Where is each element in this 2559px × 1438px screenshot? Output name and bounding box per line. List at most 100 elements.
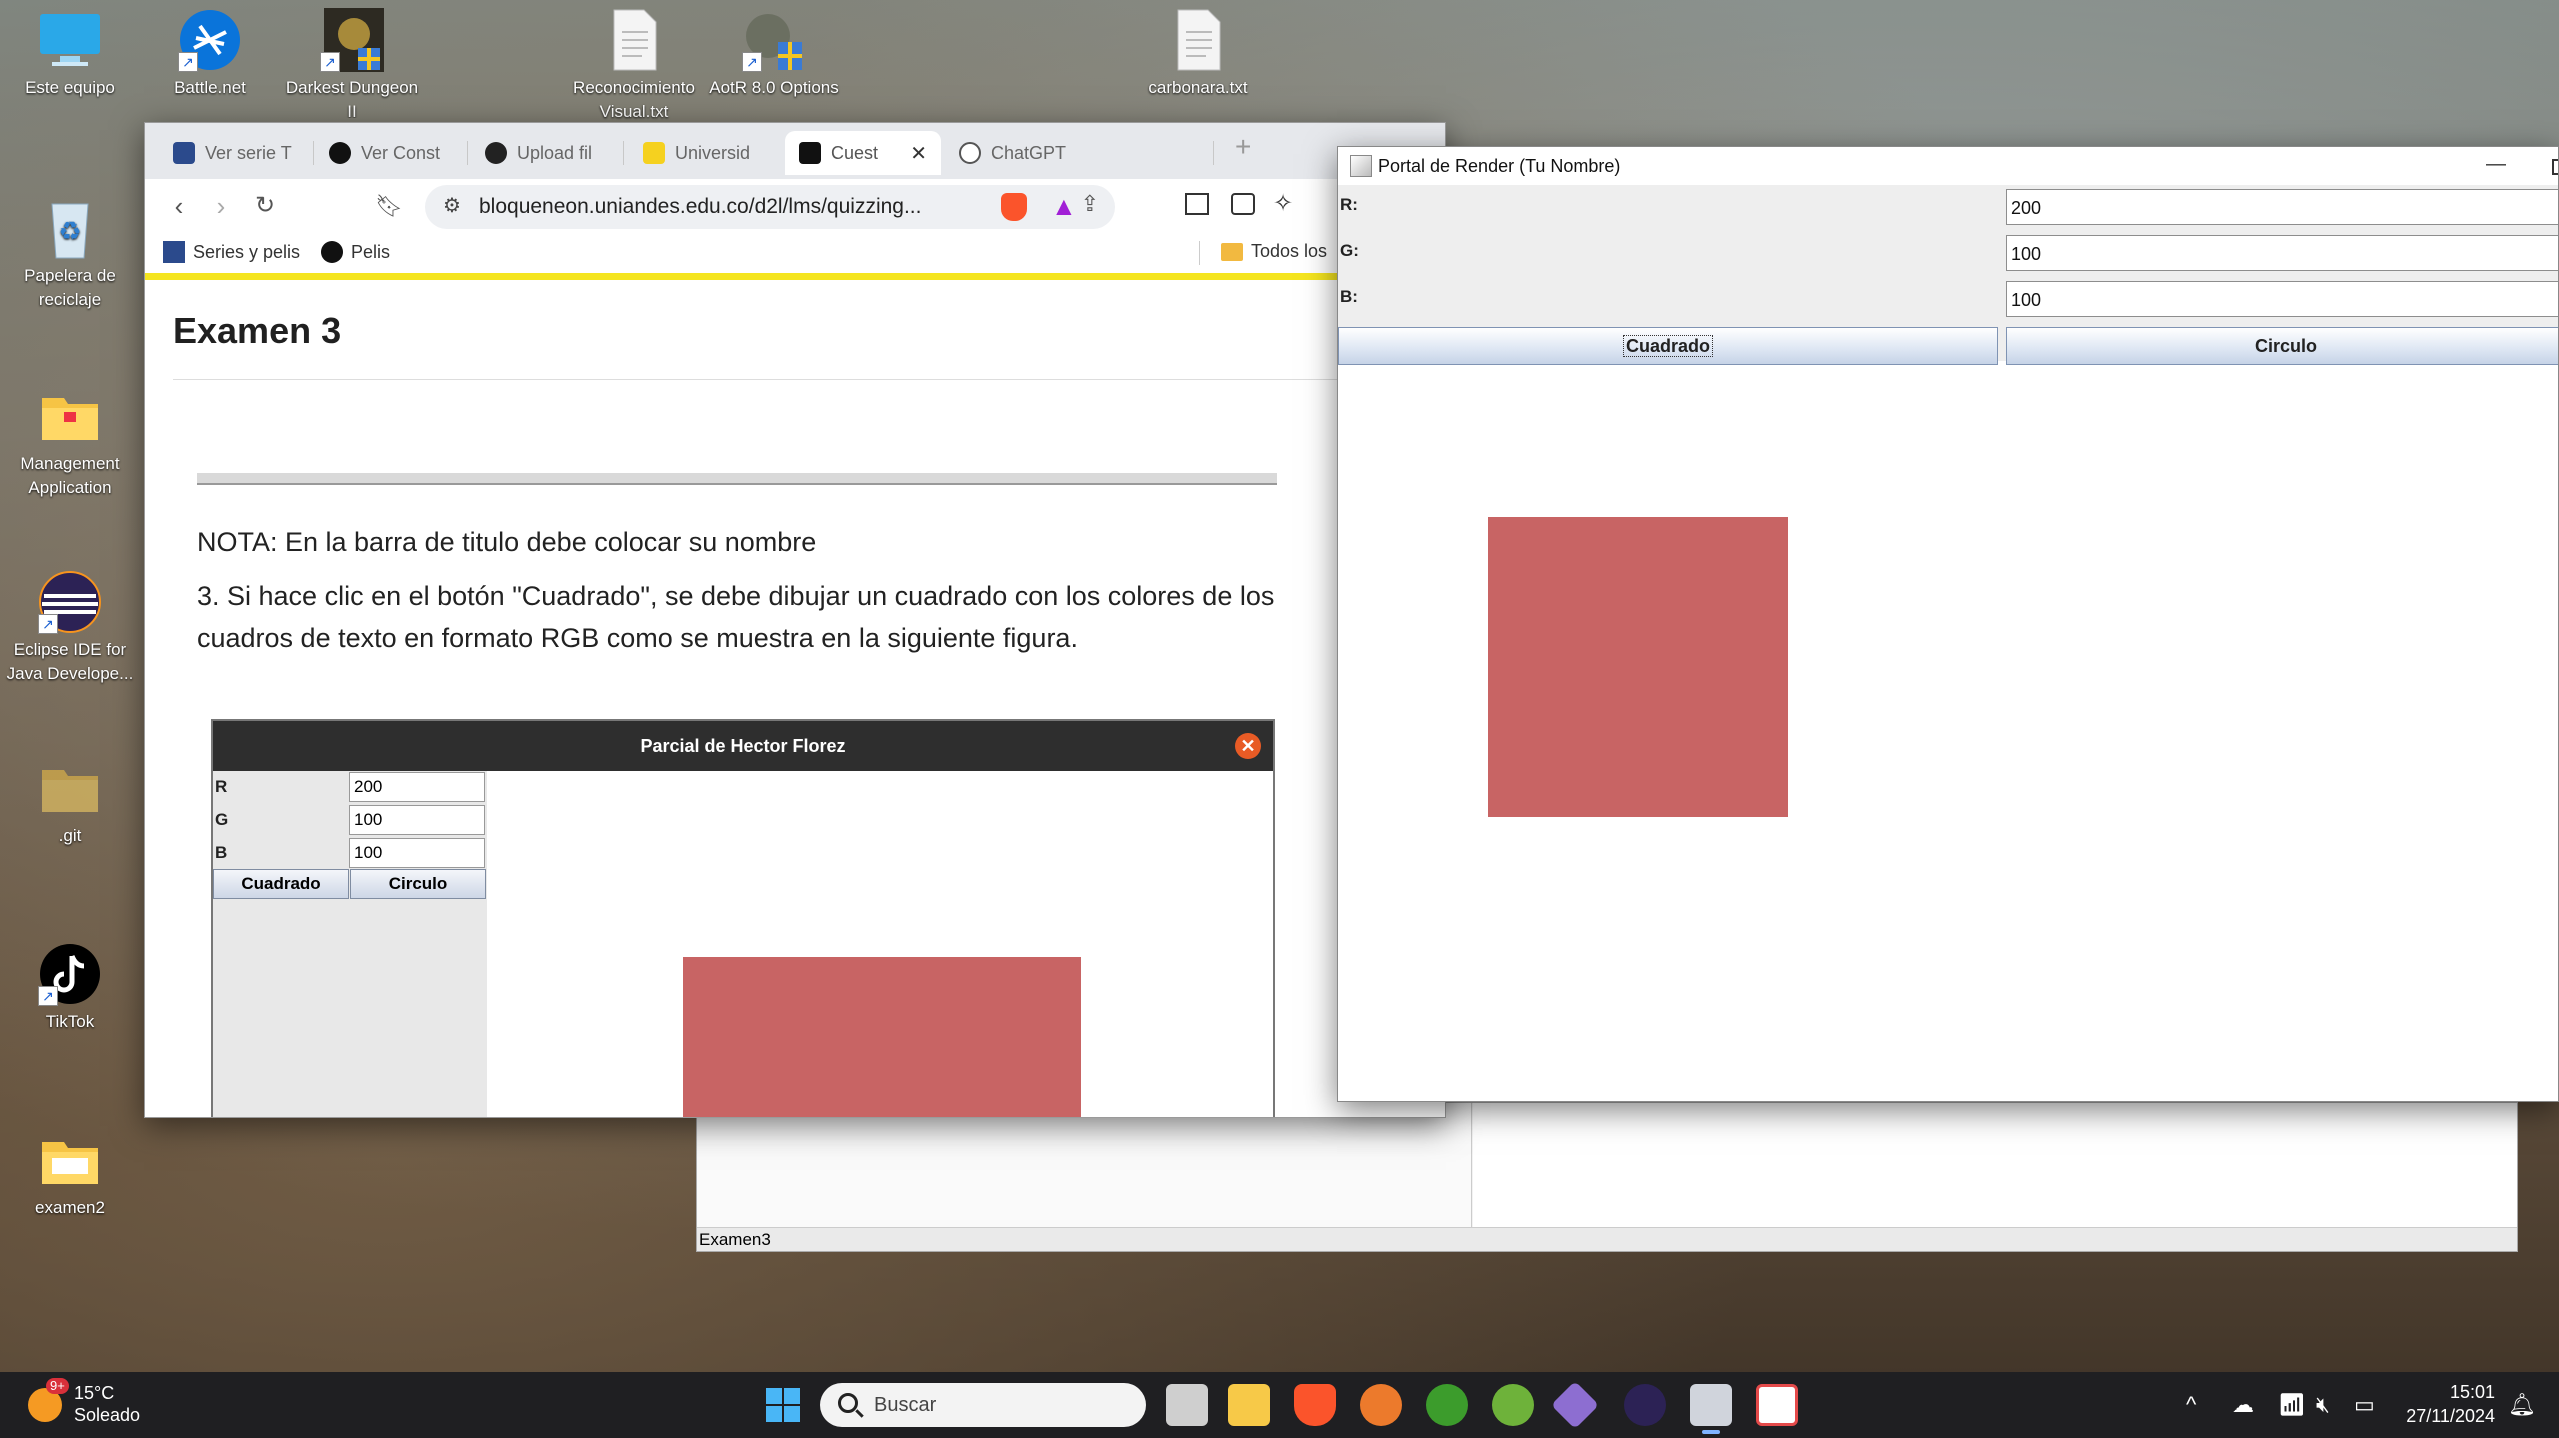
brave-icon[interactable]: [1294, 1384, 1336, 1426]
play-icon: [163, 241, 185, 263]
bookmark-icon[interactable]: 🔖︎: [373, 191, 405, 223]
clock-time: 15:01: [2449, 1382, 2495, 1402]
desktop-icon-label: examen2: [35, 1198, 105, 1217]
desktop-icon-recycle-bin[interactable]: ♻ Papelera de reciclaje: [0, 196, 140, 312]
close-tab-icon[interactable]: ✕: [910, 141, 927, 166]
wallet-icon[interactable]: [1231, 193, 1255, 215]
question-content: NOTA: En la barra de titulo debe colocar…: [197, 463, 1287, 659]
search-placeholder: Buscar: [874, 1394, 937, 1416]
forward-icon[interactable]: ›: [205, 191, 237, 223]
taskbar-search[interactable]: Buscar: [820, 1383, 1146, 1427]
desktop-icon-label: Este equipo: [25, 78, 115, 97]
volume-muted-icon[interactable]: 🔇︎: [2316, 1392, 2330, 1418]
share-icon[interactable]: ⇪: [1081, 191, 1099, 217]
svg-text:♻: ♻: [58, 216, 81, 246]
desktop-icon-eclipse[interactable]: ↗ Eclipse IDE for Java Develope...: [0, 570, 140, 686]
desktop-icon-label: Battle.net: [174, 78, 246, 97]
app-orange-icon[interactable]: [1360, 1384, 1402, 1426]
b-label: B:: [1340, 287, 1358, 306]
desktop-icon-label: AotR 8.0 Options: [709, 78, 839, 97]
utorrent-icon[interactable]: [1492, 1384, 1534, 1426]
site-settings-icon[interactable]: ⚙: [443, 193, 461, 218]
task-view-icon[interactable]: [1166, 1384, 1208, 1426]
tab-series[interactable]: Ver serie T: [159, 131, 309, 175]
bookmark-series[interactable]: Series y pelis: [163, 241, 300, 263]
reload-icon[interactable]: ↻: [249, 191, 281, 223]
desktop-icon-darkest-dungeon[interactable]: ↗ Darkest Dungeon II: [282, 8, 422, 118]
tab-label: Universid: [675, 142, 751, 163]
tab-upload[interactable]: Upload fil: [471, 131, 621, 175]
cuadrado-button[interactable]: Cuadrado: [1338, 327, 1998, 365]
windows-start-icon[interactable]: [762, 1384, 804, 1426]
tiktok-icon: ↗: [38, 942, 102, 1006]
desktop-icon-management-app[interactable]: Management Application: [0, 384, 140, 500]
java-titlebar[interactable]: Portal de Render (Tu Nombre) —: [1338, 147, 2558, 185]
text-file-icon: [1166, 8, 1230, 72]
tab-separator: [623, 141, 624, 165]
maximize-icon[interactable]: [2552, 159, 2558, 175]
tab-universidad[interactable]: Universid: [629, 131, 779, 175]
java-taskbar-icon[interactable]: [1690, 1384, 1732, 1434]
example-cuadrado-button: Cuadrado: [213, 869, 349, 899]
brave-rewards-icon[interactable]: ▲: [1051, 191, 1077, 222]
file-explorer-icon[interactable]: [1228, 1384, 1270, 1426]
bookmarks-divider: [1199, 241, 1200, 265]
row-g: G: 100: [1338, 231, 2558, 273]
r-input[interactable]: 200: [2006, 189, 2558, 225]
tab-label: Ver serie T: [205, 142, 292, 163]
d2l-icon: [799, 142, 821, 164]
search-icon: [838, 1393, 858, 1413]
git-icon[interactable]: [1550, 1380, 1600, 1430]
new-tab-button[interactable]: +: [1235, 131, 1251, 163]
wifi-icon[interactable]: 📶︎: [2278, 1392, 2306, 1418]
battery-icon[interactable]: ▭: [2354, 1392, 2375, 1418]
desktop-icon-aotr[interactable]: ↗ AotR 8.0 Options: [704, 8, 844, 124]
eclipse-editor-area[interactable]: [697, 1103, 1472, 1227]
snipping-tool-icon[interactable]: [1756, 1384, 1798, 1426]
brave-shield-icon[interactable]: [1001, 193, 1027, 221]
folder-icon: [1221, 242, 1243, 261]
folder-icon: [38, 1128, 102, 1192]
eclipse-console-area[interactable]: [1473, 1103, 2517, 1227]
desktop-icon-reconocimiento[interactable]: Reconocimiento Visual.txt: [564, 8, 704, 124]
desktop-icon-examen2[interactable]: examen2: [0, 1128, 140, 1220]
tab-label: Upload fil: [517, 142, 593, 163]
tab-cuestionario[interactable]: Cuest ✕: [785, 131, 941, 175]
tab-ver-const[interactable]: Ver Const: [315, 131, 465, 175]
cuadrado-button-label: Cuadrado: [1622, 335, 1713, 357]
eclipse-taskbar-icon[interactable]: [1624, 1384, 1666, 1426]
darkest-dungeon-icon: ↗: [320, 8, 384, 72]
desktop-icon-tiktok[interactable]: ↗ TikTok: [0, 942, 140, 1034]
g-input[interactable]: 100: [2006, 235, 2558, 271]
example-title: Parcial de Hector Florez: [640, 736, 846, 756]
eclipse-status-bar: Examen3: [697, 1227, 2517, 1251]
b-input[interactable]: 100: [2006, 281, 2558, 317]
bookmark-folder-all[interactable]: Todos los: [1221, 241, 1327, 262]
circulo-button[interactable]: Circulo: [2006, 327, 2558, 365]
leo-ai-icon[interactable]: ✧: [1273, 189, 1293, 218]
xbox-icon[interactable]: [1426, 1384, 1468, 1426]
browser-toolbar: ‹ › ↻ 🔖︎ ⚙ bloqueneon.uniandes.edu.co/d2…: [145, 179, 1445, 235]
bookmark-pelis[interactable]: Pelis: [321, 241, 390, 263]
notification-bell-icon[interactable]: 🔔︎: [2508, 1392, 2536, 1418]
java-app-icon: [1350, 155, 1372, 177]
tab-bar: Ver serie T Ver Const Upload fil Univers…: [145, 123, 1445, 179]
chatgpt-icon: [959, 142, 981, 164]
back-icon[interactable]: ‹: [163, 191, 195, 223]
desktop-icon-carbonara[interactable]: carbonara.txt: [1128, 8, 1268, 100]
clock[interactable]: 15:01 27/11/2024: [2406, 1380, 2495, 1428]
sidebar-icon[interactable]: [1185, 193, 1209, 215]
row-b: B: 100: [1338, 277, 2558, 319]
chevron-up-icon[interactable]: ^: [2186, 1392, 2196, 1418]
desktop-icon-label: Reconocimiento Visual.txt: [573, 78, 695, 121]
desktop-icon-label: TikTok: [45, 1012, 95, 1031]
play-icon: [173, 142, 195, 164]
desktop-icon-git[interactable]: .git: [0, 756, 140, 848]
desktop-icon-this-pc[interactable]: Este equipo: [0, 8, 140, 100]
desktop-icon-battlenet[interactable]: ↗ Battle.net: [140, 8, 280, 100]
minimize-icon[interactable]: —: [2486, 153, 2506, 176]
weather-desc: Soleado: [74, 1405, 141, 1425]
tab-chatgpt[interactable]: ChatGPT: [945, 131, 1105, 175]
example-figure: Parcial de Hector Florez ✕ R 200 G 100 B…: [211, 719, 1275, 1117]
onedrive-icon[interactable]: ☁: [2232, 1392, 2254, 1418]
